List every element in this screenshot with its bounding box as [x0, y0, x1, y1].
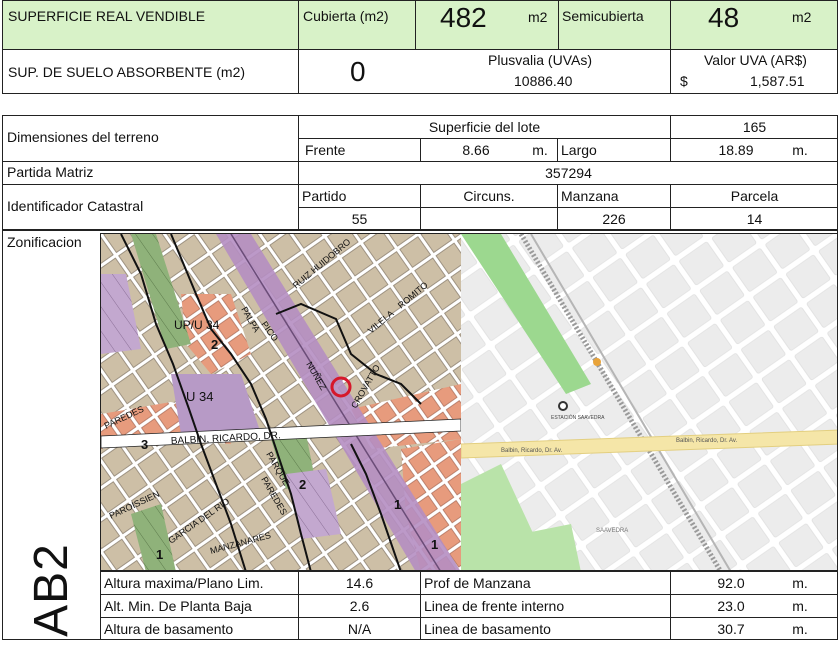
semicubierta-value: 48: [708, 2, 740, 33]
circuns-value: [421, 208, 557, 230]
semicubierta-label: Semicubierta: [562, 8, 644, 24]
param-label: Prof de Manzana: [424, 575, 531, 591]
uva-value: 1,587.51: [750, 73, 805, 89]
manzana-value: 226: [602, 211, 626, 227]
param-value: 14.6: [345, 575, 374, 591]
param-label: Altura de basamento: [104, 621, 234, 637]
parcela-value: 14: [746, 211, 763, 227]
param-value: N/A: [347, 621, 372, 637]
street-label: SAAVEDRA: [596, 528, 628, 534]
street-label: ESTACIÓN SAAVEDRA: [551, 414, 605, 421]
map-label: 1: [156, 547, 163, 562]
param-value: 30.7: [717, 621, 745, 637]
param-label: Linea de basamento: [424, 621, 551, 637]
cubierta-label: Cubierta (m2): [303, 8, 389, 24]
map-area: UP/U 34 U 34 BALBIN, RICARDO, DR. PAREDE…: [100, 233, 838, 571]
uva-currency: $: [680, 73, 688, 89]
suelo-value: 0: [350, 56, 366, 87]
divider: [298, 0, 299, 94]
frente-value: 8.66: [462, 142, 490, 158]
partida-label: Partida Matriz: [7, 164, 94, 180]
param-value: 92.0: [717, 575, 745, 591]
suelo-label: SUP. DE SUELO ABSORBENTE (m2): [8, 64, 246, 80]
location-pin-icon[interactable]: [593, 358, 601, 366]
param-label: Altura maxima/Plano Lim.: [104, 575, 264, 591]
partida-value: 357294: [545, 165, 592, 181]
map-label: 1: [431, 537, 438, 552]
param-unit: m.: [792, 621, 808, 637]
largo-unit: m.: [792, 142, 808, 158]
param-value: 2.6: [349, 598, 370, 614]
parcela-label: Parcela: [730, 188, 779, 204]
param-unit: m.: [792, 575, 808, 591]
cubierta-value: 482: [440, 2, 487, 33]
map-label: UP/U 34: [174, 318, 220, 332]
superficie-label: SUPERFICIE REAL VENDIBLE: [8, 8, 206, 24]
circuns-label: Circuns.: [463, 188, 515, 204]
dimensiones-label: Dimensiones del terreno: [7, 129, 159, 145]
divider: [670, 0, 671, 94]
frente-label: Frente: [305, 142, 346, 158]
divider: [415, 0, 416, 50]
plusvalia-value: 10886.40: [514, 73, 573, 89]
largo-label: Largo: [561, 142, 597, 158]
divider: [558, 0, 559, 50]
param-label: Linea de frente interno: [424, 598, 565, 614]
street-map[interactable]: Balbin, Ricardo, Dr. Av. Balbin, Ricardo…: [461, 234, 838, 571]
zoning-map[interactable]: UP/U 34 U 34 BALBIN, RICARDO, DR. PAREDE…: [101, 234, 461, 571]
plusvalia-label: Plusvalia (UVAs): [488, 52, 592, 68]
partido-label: Partido: [302, 188, 347, 204]
param-unit: m.: [792, 598, 808, 614]
map-label: U 34: [186, 389, 213, 404]
catastral-label: Identificador Catastral: [7, 198, 144, 214]
zone-code: AB2: [24, 543, 78, 637]
param-label: Alt. Min. De Planta Baja: [104, 598, 252, 614]
partido-value: 55: [351, 211, 368, 227]
param-value: 23.0: [717, 598, 745, 614]
frente-unit: m.: [532, 142, 548, 158]
manzana-label: Manzana: [561, 188, 619, 204]
street-label: Balbin, Ricardo, Dr. Av.: [501, 448, 562, 454]
street-label: Balbin, Ricardo, Dr. Av.: [676, 438, 737, 444]
map-label: 1: [394, 497, 401, 512]
cubierta-unit: m2: [528, 9, 548, 25]
semicubierta-unit: m2: [792, 9, 812, 25]
map-label: 2: [299, 477, 306, 492]
map-label: 3: [141, 437, 148, 452]
station-icon: [558, 401, 568, 411]
superficie-lote-value: 165: [742, 119, 767, 135]
map-label: 2: [211, 337, 218, 352]
superficie-lote-label: Superficie del lote: [428, 119, 541, 135]
uva-label: Valor UVA (AR$): [704, 52, 807, 68]
zonificacion-label: Zonificacion: [7, 234, 82, 250]
